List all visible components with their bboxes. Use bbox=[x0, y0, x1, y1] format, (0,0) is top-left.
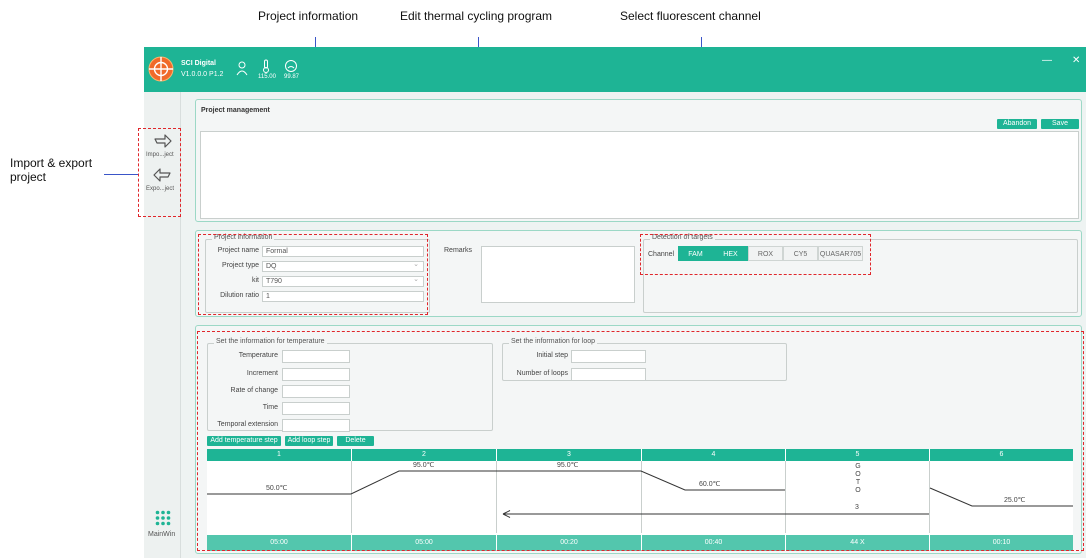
callout-line-import-export bbox=[104, 174, 138, 175]
project-management-title: Project management bbox=[201, 107, 270, 114]
user-icon[interactable] bbox=[236, 61, 248, 77]
callout-import-export-line2: project bbox=[10, 170, 47, 184]
title-bar: SCI Digital V1.0.0.0 P1.2 115.00 99.87 —… bbox=[144, 47, 1086, 92]
close-button[interactable]: ✕ bbox=[1072, 55, 1080, 66]
app-version: V1.0.0.0 P1.2 bbox=[181, 71, 224, 78]
callout-edit-thermal-cycling: Edit thermal cycling program bbox=[400, 9, 553, 23]
callout-import-export-line1: Import & export bbox=[10, 156, 93, 170]
minimize-button[interactable]: — bbox=[1042, 55, 1052, 66]
app-name: SCI Digital bbox=[181, 60, 217, 67]
gauge-icon bbox=[284, 59, 298, 73]
highlight-thermal-program bbox=[197, 331, 1084, 551]
highlight-channel bbox=[640, 234, 871, 275]
callout-project-information: Project information bbox=[258, 9, 359, 23]
mainwin-button[interactable]: MainWin bbox=[144, 506, 181, 546]
temperature-readout: 115.00 bbox=[258, 74, 276, 80]
callout-select-channel: Select fluorescent channel bbox=[620, 9, 761, 23]
abandon-button[interactable]: Abandon bbox=[997, 119, 1037, 129]
grid-dots-icon bbox=[155, 510, 171, 528]
project-list-area[interactable] bbox=[200, 131, 1079, 219]
save-button[interactable]: Save bbox=[1041, 119, 1079, 129]
mainwin-label: MainWin bbox=[148, 531, 176, 538]
project-management-panel: Project management Abandon Save bbox=[195, 99, 1082, 222]
highlight-import-export bbox=[138, 128, 181, 217]
remarks-label: Remarks bbox=[444, 247, 473, 254]
highlight-project-information bbox=[198, 234, 428, 315]
gauge-readout: 99.87 bbox=[284, 74, 300, 80]
remarks-field[interactable] bbox=[481, 246, 635, 303]
app-logo bbox=[148, 56, 174, 82]
thermometer-icon bbox=[262, 59, 270, 73]
